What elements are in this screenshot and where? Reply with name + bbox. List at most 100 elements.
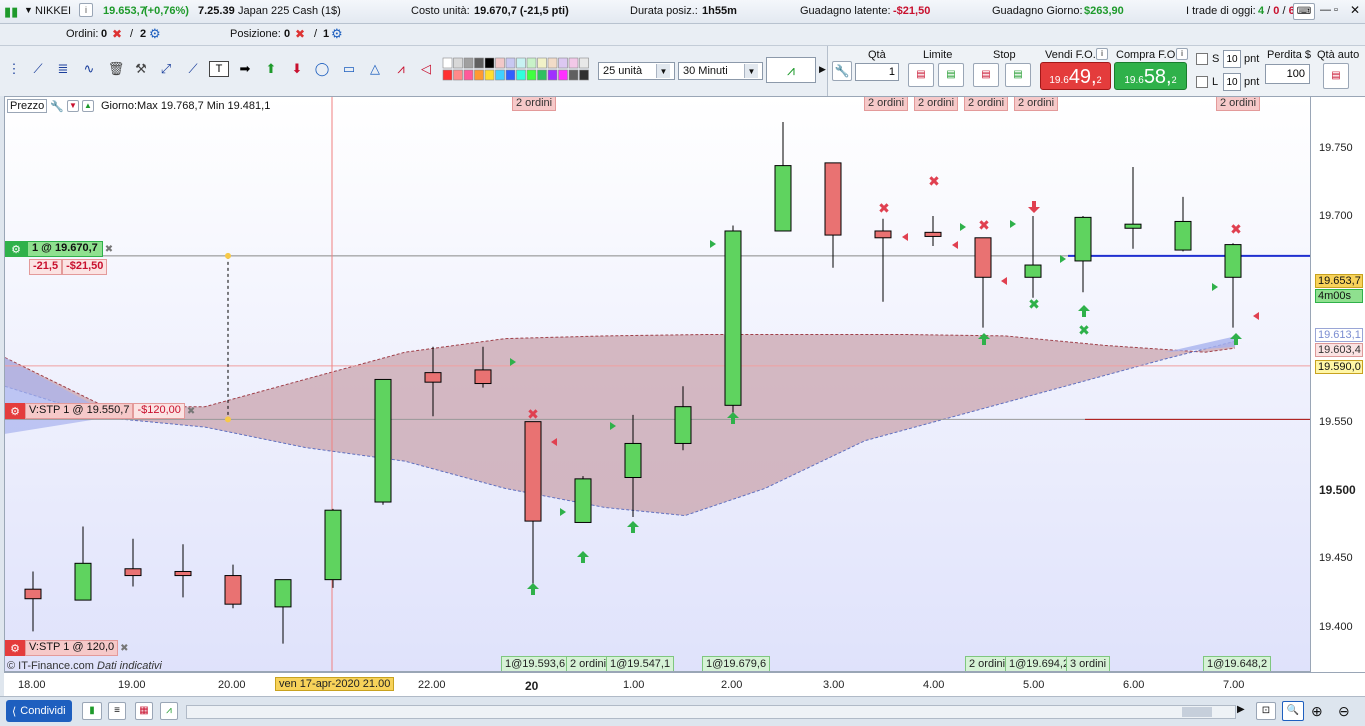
units-select[interactable]: 25 unità ▼: [598, 62, 675, 80]
palette-swatch[interactable]: [474, 57, 484, 69]
zoom-out-icon[interactable]: ⊖: [1338, 703, 1350, 720]
palette-swatch[interactable]: [537, 57, 547, 69]
orders-bottom-4[interactable]: 2 ordini: [965, 656, 1010, 671]
palette-swatch[interactable]: [547, 69, 558, 81]
zoom-select-icon[interactable]: 🔍: [1282, 701, 1304, 721]
stop2-gear-icon[interactable]: ⚙: [5, 640, 25, 656]
palette-swatch[interactable]: [558, 69, 568, 81]
palette-swatch[interactable]: [463, 57, 474, 69]
buy-info-icon[interactable]: i: [1176, 48, 1188, 60]
arrow-up-tool-icon[interactable]: ⬆: [261, 58, 281, 80]
stop-gear-icon[interactable]: ⚙: [5, 403, 25, 419]
pattern-tool-icon[interactable]: ⩘: [391, 58, 411, 80]
stop-close-icon[interactable]: ✖: [187, 406, 195, 417]
palette-swatch[interactable]: [484, 69, 495, 81]
orders-top-4[interactable]: 2 ordini: [1014, 97, 1059, 111]
zoom-in-icon[interactable]: ⊕: [1311, 703, 1323, 720]
price-axis[interactable]: 19.750 19.700 19.653,7 4m00s 19.613,1 19…: [1311, 96, 1365, 672]
chart-type-icon[interactable]: ⩘: [766, 57, 816, 83]
wrench-icon[interactable]: 🔧: [832, 61, 852, 81]
qta-auto-icon[interactable]: ▤: [1323, 63, 1349, 89]
ellipse-tool-icon[interactable]: ◯: [312, 58, 332, 80]
trendline-tool-icon[interactable]: ⟋: [28, 58, 48, 80]
triangle-tool-icon[interactable]: △: [365, 58, 385, 80]
channel-tool-icon[interactable]: ∿: [79, 58, 99, 80]
instrument-name[interactable]: NIKKEI: [35, 5, 71, 17]
trash-icon[interactable]: 🗑: [106, 58, 126, 80]
arrow-right-tool-icon[interactable]: ➡: [235, 58, 255, 80]
price-label[interactable]: Prezzo: [7, 99, 48, 113]
l-input[interactable]: [1223, 73, 1241, 91]
palette-swatch[interactable]: [568, 57, 579, 69]
stop-order-tag[interactable]: ⚙ V:STP 1 @ 19.550,7 -$120,00 ✖: [5, 403, 195, 419]
perdita-input[interactable]: [1265, 64, 1310, 84]
expand-icon[interactable]: ⤢: [156, 58, 176, 80]
orders-bottom-0[interactable]: 1@19.593,6: [501, 656, 570, 671]
table-icon[interactable]: ▦: [135, 702, 153, 720]
orders-bottom-2[interactable]: 1@19.547,1: [606, 656, 675, 671]
remove-indicator-icon[interactable]: ▼: [66, 100, 79, 112]
palette-swatch[interactable]: [526, 57, 537, 69]
palette-swatch[interactable]: [453, 69, 463, 81]
text-tool-icon[interactable]: T: [209, 61, 229, 77]
position-tag[interactable]: ⚙ 1 @ 19.670,7 ✖: [5, 241, 113, 257]
palette-swatch[interactable]: [526, 69, 537, 81]
price-chart[interactable]: ✖ ✖ ✖ ✖ ✖ ✖ ✖ Prezzo 🔧 ▼ ▲ Giorno:Max 19.768,7…: [4, 96, 1311, 672]
position-gear-icon[interactable]: ⚙: [5, 241, 27, 257]
palette-swatch[interactable]: [516, 69, 526, 81]
ray-tool-icon[interactable]: ⟋: [183, 58, 203, 80]
palette-swatch[interactable]: [484, 57, 495, 69]
positions-list-icon[interactable]: ⚙: [331, 26, 343, 42]
color-palette[interactable]: [442, 57, 592, 83]
close-position-icon[interactable]: ✖: [295, 27, 305, 41]
qty-input[interactable]: [855, 63, 899, 81]
keyboard-icon[interactable]: ⌨: [1293, 3, 1315, 20]
palette-swatch[interactable]: [495, 69, 505, 81]
palette-swatch[interactable]: [547, 57, 558, 69]
orders-bottom-6[interactable]: 3 ordini: [1066, 656, 1111, 671]
list-icon[interactable]: ≡: [108, 702, 126, 720]
scroll-right-icon[interactable]: ▶: [1237, 704, 1245, 715]
wedge-tool-icon[interactable]: ◁: [416, 58, 436, 80]
stop-buy-icon[interactable]: ▤: [1005, 63, 1031, 87]
s-input[interactable]: [1223, 50, 1241, 68]
timeframe-select[interactable]: 30 Minuti ▼: [678, 62, 763, 80]
palette-swatch[interactable]: [579, 57, 589, 69]
stop-order-tag-2[interactable]: ⚙ V:STP 1 @ 120,0 ✖: [5, 640, 129, 656]
palette-swatch[interactable]: [505, 57, 516, 69]
fit-icon[interactable]: ⊡: [1256, 702, 1276, 720]
orders-list-icon[interactable]: ⚙: [149, 26, 161, 42]
stop-sell-icon[interactable]: ▤: [973, 63, 999, 87]
arrow-down-tool-icon[interactable]: ⬇: [287, 58, 307, 80]
orders-top-1[interactable]: 2 ordini: [864, 97, 909, 111]
sell-info-icon[interactable]: i: [1096, 48, 1108, 60]
buy-button[interactable]: 19.6 58, 2: [1114, 62, 1187, 90]
sell-button[interactable]: 19.6 49, 2: [1040, 62, 1111, 90]
palette-swatch[interactable]: [537, 69, 547, 81]
scroll-thumb[interactable]: [1182, 707, 1212, 717]
orders-top-0[interactable]: 2 ordini: [512, 97, 557, 111]
palette-swatch[interactable]: [495, 57, 505, 69]
palette-swatch[interactable]: [474, 69, 484, 81]
orders-bottom-5[interactable]: 1@19.694,2: [1005, 656, 1074, 671]
position-close-icon[interactable]: ✖: [105, 244, 113, 255]
palette-swatch[interactable]: [579, 69, 589, 81]
palette-swatch[interactable]: [568, 69, 579, 81]
cancel-orders-icon[interactable]: ✖: [112, 27, 122, 41]
add-chart-icon[interactable]: ▮: [82, 702, 102, 720]
close-icon[interactable]: ✕: [1350, 3, 1360, 17]
maximize-icon[interactable]: ▫: [1334, 4, 1338, 16]
more-arrow-icon[interactable]: ▶: [819, 64, 826, 75]
time-axis[interactable]: 18.00 19.00 20.00 ven 17-apr-2020 21.00 …: [4, 672, 1365, 696]
l-checkbox[interactable]: [1196, 76, 1208, 88]
share-button[interactable]: ⟨ Condividi: [6, 700, 72, 722]
orders-top-5[interactable]: 2 ordini: [1216, 97, 1261, 111]
add-indicator-icon[interactable]: ▲: [81, 100, 94, 112]
limit-buy-icon[interactable]: ▤: [938, 63, 964, 87]
orders-top-2[interactable]: 2 ordini: [914, 97, 959, 111]
palette-swatch[interactable]: [442, 69, 453, 81]
palette-swatch[interactable]: [516, 57, 526, 69]
palette-swatch[interactable]: [505, 69, 516, 81]
orders-bottom-7[interactable]: 1@19.648,2: [1203, 656, 1272, 671]
hammer-icon[interactable]: ⚒: [131, 58, 151, 80]
